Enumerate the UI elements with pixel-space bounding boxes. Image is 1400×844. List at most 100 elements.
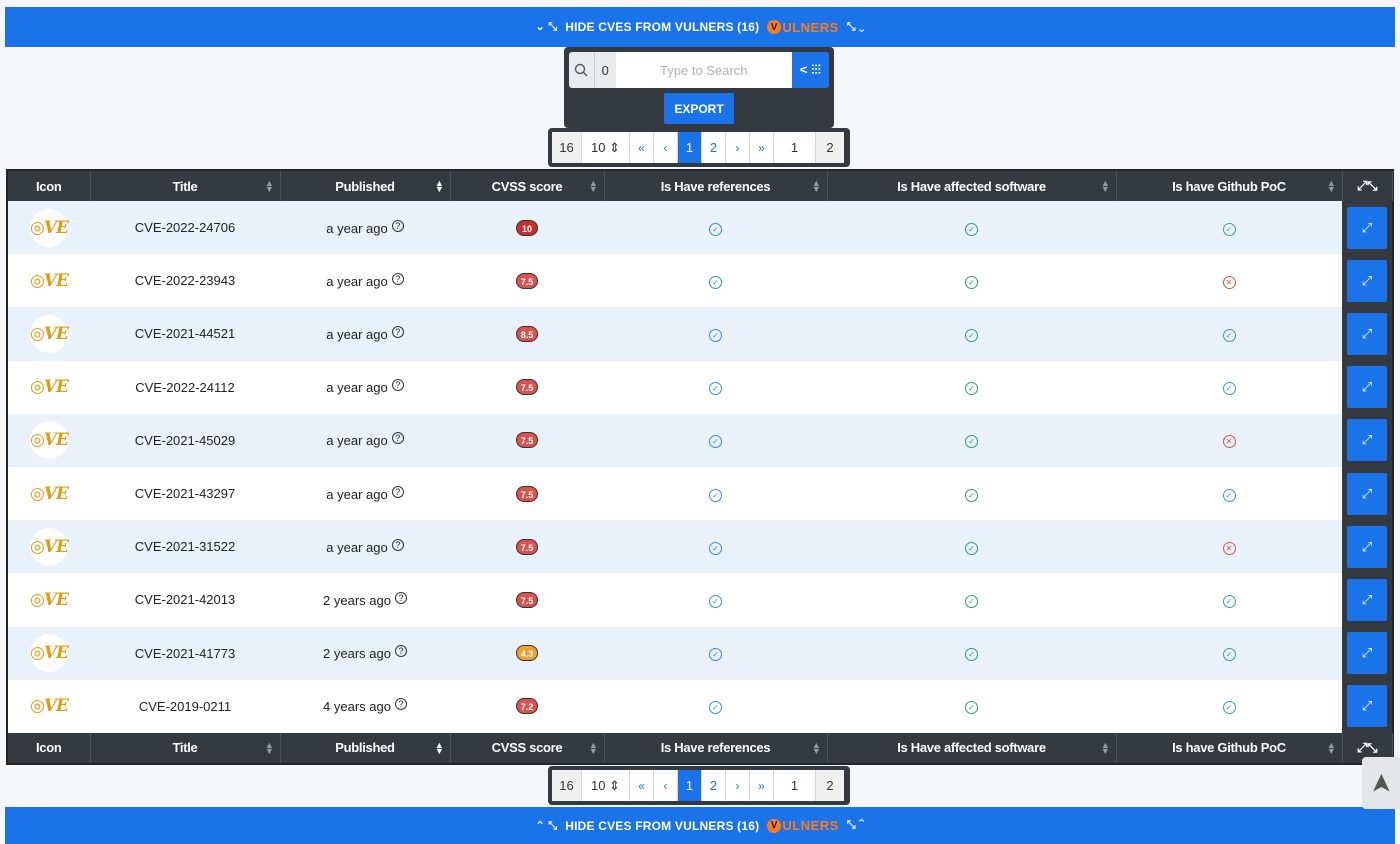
search-input[interactable] [615,52,792,88]
help-icon[interactable]: ? [391,432,404,445]
expand-row-button[interactable]: ⤢ [1347,419,1387,462]
references-cell: ✓ [604,626,827,680]
cve-title[interactable]: CVE-2022-23943 [90,254,280,308]
col-cvss[interactable]: CVSS score ▲ ▼ [450,732,605,763]
cvss-score-badge: 8.5 [516,325,538,342]
cve-title[interactable]: CVE-2021-43297 [90,466,280,521]
hide-cves-banner-bottom[interactable]: ⌃ ⤡ HIDE CVES FROM VULNERS (16) V ULNERS … [5,807,1395,844]
expand-row-button[interactable]: ⤢ [1347,525,1387,568]
first-page-button[interactable]: « [630,132,654,163]
expand-row-button[interactable]: ⤢ [1347,206,1387,249]
vulners-logo: V ULNERS [767,818,838,833]
export-button[interactable]: EXPORT [664,93,734,124]
last-page-button[interactable]: » [750,132,774,163]
scroll-to-top-button[interactable]: ➤ [1362,757,1400,809]
table-row[interactable]: ◎VE CVE-2021-45029 a year ago? 7.5 ✓ ✓ ✕… [8,413,1392,467]
page-2-button[interactable]: 2 [702,132,726,163]
page-size-select[interactable]: 10 ⇕ [582,132,630,163]
page-1-button[interactable]: 1 [678,132,702,163]
help-icon[interactable]: ? [391,325,404,338]
last-page-button[interactable]: » [750,770,774,801]
expand-row-button[interactable]: ⤢ [1347,312,1387,355]
expand-row-button[interactable]: ⤢ [1347,472,1387,515]
page-1-button[interactable]: 1 [678,770,702,801]
table-row[interactable]: ◎VE CVE-2022-24706 a year ago? 10 ✓ ✓ ✓ … [8,201,1392,255]
table-row[interactable]: ◎VE CVE-2022-23943 a year ago? 7.5 ✓ ✓ ✕… [8,254,1392,308]
cve-logo-icon: ◎VE [30,634,69,673]
expand-cell: ⤢ [1342,413,1392,467]
col-poc[interactable]: Is have Github PoC ▲ ▼ [1116,171,1343,201]
col-title[interactable]: Title ▲ ▼ [90,171,281,201]
help-icon[interactable]: ? [391,272,404,285]
sort-icon: ▲ ▼ [588,739,598,756]
check-circle-icon: ✓ [965,275,978,289]
cve-title[interactable]: CVE-2021-44521 [90,307,280,361]
help-icon[interactable]: ? [391,379,404,392]
help-icon[interactable]: ? [391,485,404,498]
page-count: 2 [816,770,844,801]
table-row[interactable]: ◎VE CVE-2021-31522 a year ago? 7.5 ✓ ✓ ✕… [8,520,1392,574]
x-circle-icon: ✕ [1222,275,1236,289]
table-row[interactable]: ◎VE CVE-2021-44521 a year ago? 8.5 ✓ ✓ ✓… [8,307,1392,361]
table-row[interactable]: ◎VE CVE-2021-42013 2 years ago? 7.5 ✓ ✓ … [8,573,1392,627]
cve-title[interactable]: CVE-2022-24706 [90,201,280,255]
prev-page-button[interactable]: ‹ [654,770,678,801]
col-published[interactable]: Published ▲ ▼ [280,171,451,201]
sort-icon: ▲ ▼ [434,178,444,194]
col-affected[interactable]: Is Have affected software ▲ ▼ [827,171,1117,201]
table-row[interactable]: ◎VE CVE-2022-24112 a year ago? 7.5 ✓ ✓ ✓… [8,360,1392,414]
check-circle-icon: ✓ [965,648,978,662]
current-page-input[interactable]: 1 [774,132,816,163]
help-icon[interactable]: ? [394,645,407,658]
row-icon-cell: ◎VE [8,466,90,521]
cve-logo-icon: ◎VE [30,208,69,247]
expand-all-icon[interactable]: ⤢⤡ [1342,171,1393,201]
expand-row-button[interactable]: ⤢ [1347,578,1387,621]
first-page-button[interactable]: « [630,770,654,801]
expand-cell: ⤢ [1342,360,1392,414]
cve-logo-icon: ◎VE [30,687,69,726]
table-row[interactable]: ◎VE CVE-2019-0211 4 years ago? 7.2 ✓ ✓ ✓… [8,679,1392,733]
cvss-cell: 7.5 [450,360,604,414]
cvss-cell: 10 [450,201,604,255]
col-published[interactable]: Published ▲ ▼ [280,732,451,763]
cve-title[interactable]: CVE-2021-41773 [90,626,280,680]
page-size-select[interactable]: 10 ⇕ [582,770,630,801]
help-icon[interactable]: ? [391,219,404,232]
cve-table: Icon Title ▲ ▼ Published ▲ ▼ CVSS score ▲ ▼ Is… [6,169,1394,765]
col-title[interactable]: Title ▲ ▼ [90,732,281,763]
table-row[interactable]: ◎VE CVE-2021-43297 a year ago? 7.5 ✓ ✓ ✓… [8,466,1392,521]
table-row[interactable]: ◎VE CVE-2021-41773 2 years ago? 4.3 ✓ ✓ … [8,626,1392,680]
cve-title[interactable]: CVE-2021-42013 [90,573,280,627]
check-circle-icon: ✓ [709,382,722,396]
next-page-button[interactable]: › [726,132,750,163]
cve-logo-icon: ◎VE [30,580,69,619]
prev-page-button[interactable]: ‹ [654,132,678,163]
expand-row-button[interactable]: ⤢ [1347,259,1387,302]
cve-title[interactable]: CVE-2022-24112 [90,360,280,414]
expand-row-button[interactable]: ⤢ [1347,366,1387,409]
cve-title[interactable]: CVE-2021-31522 [90,520,280,574]
check-circle-icon: ✓ [1222,328,1236,342]
col-affected[interactable]: Is Have affected software ▲ ▼ [827,732,1117,763]
check-circle-icon: ✓ [965,594,978,608]
next-page-button[interactable]: › [726,770,750,801]
current-page-input[interactable]: 1 [774,770,816,801]
col-poc[interactable]: Is have Github PoC ▲ ▼ [1116,732,1343,763]
expand-row-button[interactable]: ⤢ [1347,685,1387,728]
check-circle-icon: ✓ [709,222,722,236]
page-2-button[interactable]: 2 [702,770,726,801]
cve-title[interactable]: CVE-2021-45029 [90,413,280,467]
col-references[interactable]: Is Have references ▲ ▼ [604,732,828,763]
help-icon[interactable]: ? [394,698,407,711]
published-date: a year ago [326,273,388,289]
cve-title[interactable]: CVE-2019-0211 [90,679,280,733]
expand-row-button[interactable]: ⤢ [1347,632,1387,675]
help-icon[interactable]: ? [394,591,407,604]
hide-cves-banner-top[interactable]: ⌄ ⤡ HIDE CVES FROM VULNERS (16) V ULNERS … [5,7,1395,47]
col-references[interactable]: Is Have references ▲ ▼ [604,171,828,201]
help-icon[interactable]: ? [391,538,404,551]
sort-icon: ▲ ▼ [434,739,444,756]
filter-toggle-button[interactable]: < ⫶⫶⫶ [791,52,829,88]
col-cvss[interactable]: CVSS score ▲ ▼ [450,171,605,201]
